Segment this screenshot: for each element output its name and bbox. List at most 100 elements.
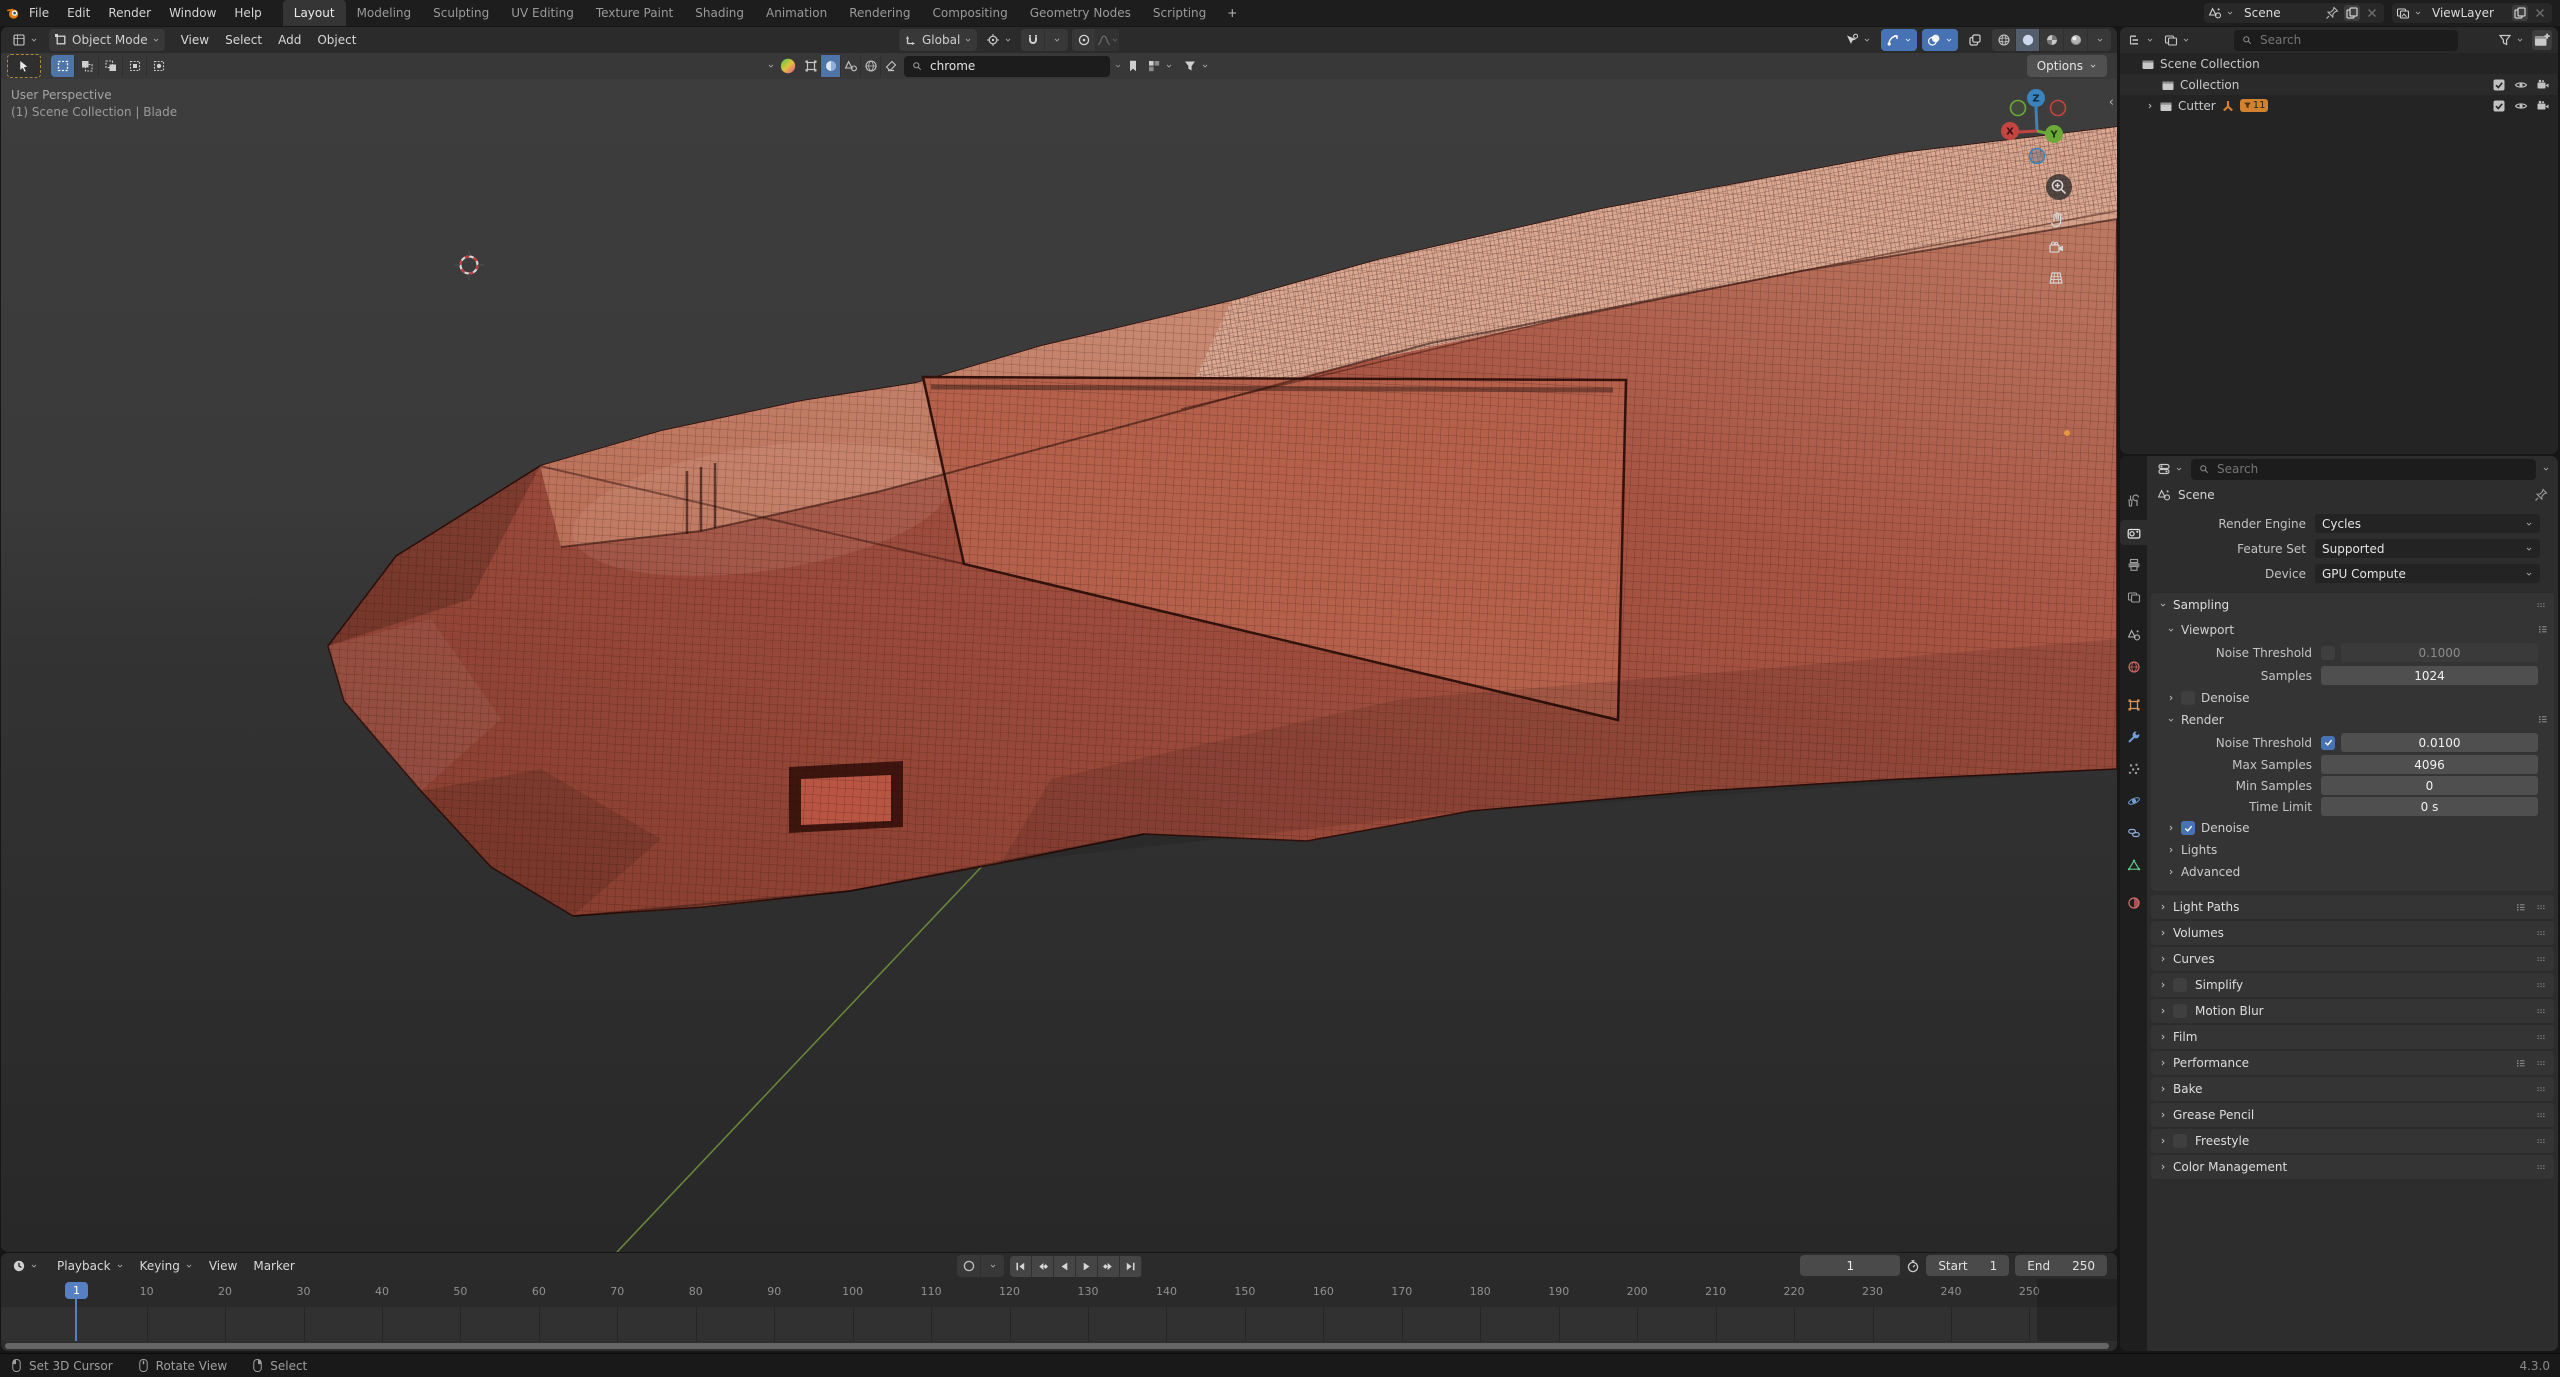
render-denoise-checkbox[interactable] <box>2181 821 2195 835</box>
viewport-noise-checkbox[interactable] <box>2321 645 2335 660</box>
properties-type-button[interactable] <box>2155 458 2185 480</box>
menu-edit[interactable]: Edit <box>58 4 99 22</box>
subpanel-advanced[interactable]: Advanced <box>2153 861 2548 883</box>
axis-neg-y-ball[interactable] <box>2009 99 2027 117</box>
jump-to-start-button[interactable] <box>1010 1255 1031 1277</box>
timeline-scrollbar[interactable] <box>5 1343 2109 1349</box>
filter-objects-button[interactable] <box>801 55 820 77</box>
visibility-dropdown[interactable] <box>1840 29 1876 51</box>
playhead[interactable]: 1 <box>65 1282 88 1299</box>
overlays-toggle[interactable] <box>1922 29 1958 51</box>
grip-icon[interactable] <box>2536 1110 2546 1120</box>
panel-volumes-header[interactable]: Volumes <box>2151 921 2554 945</box>
axis-neg-x-ball[interactable] <box>2049 99 2067 117</box>
outliner-row-collection[interactable]: Collection <box>2120 74 2558 95</box>
proportional-toggle[interactable] <box>1072 29 1096 51</box>
viewlayer-selector[interactable]: ViewLayer <box>2392 3 2552 23</box>
shading-material-button[interactable] <box>2040 29 2063 51</box>
asset-search-input[interactable] <box>928 58 1102 74</box>
outliner-filter-dropdown[interactable] <box>2496 29 2526 51</box>
object-origin-dot[interactable] <box>2064 430 2070 436</box>
timeline-menu-view[interactable]: View <box>201 1256 245 1276</box>
render-noise-value[interactable]: 0.0100 <box>2341 733 2538 752</box>
jump-to-end-button[interactable] <box>1120 1255 1141 1277</box>
panel-checkbox[interactable] <box>2173 978 2187 992</box>
new-collection-button[interactable] <box>2532 30 2552 50</box>
orientation-dropdown[interactable]: Global <box>899 29 978 51</box>
panel-checkbox[interactable] <box>2173 1134 2187 1148</box>
panel-menu-icon[interactable] <box>2516 1058 2526 1068</box>
timeline-menu-marker[interactable]: Marker <box>245 1256 302 1276</box>
viewport-menu-view[interactable]: View <box>173 30 217 50</box>
options-button[interactable]: Options <box>2026 55 2107 77</box>
remove-viewlayer-icon[interactable] <box>2532 5 2548 21</box>
properties-search-input[interactable] <box>2215 461 2528 477</box>
eye-icon[interactable] <box>2514 78 2528 92</box>
subpanel-render-header[interactable]: Render <box>2153 709 2548 731</box>
panel-checkbox[interactable] <box>2173 1004 2187 1018</box>
chevron-down-icon[interactable] <box>767 62 775 70</box>
properties-tab-constraints[interactable] <box>2120 820 2147 845</box>
pan-hand-button[interactable] <box>2050 212 2062 228</box>
grip-icon[interactable] <box>2536 1136 2546 1146</box>
shading-wireframe-button[interactable] <box>1992 29 2015 51</box>
select-mode-extend[interactable] <box>75 55 98 77</box>
subpanel-lights[interactable]: Lights <box>2153 839 2548 861</box>
tab-uv-editing[interactable]: UV Editing <box>500 0 585 26</box>
viewport-noise-value[interactable]: 0.1000 <box>2341 643 2538 662</box>
shading-solid-button[interactable] <box>2016 29 2039 51</box>
properties-tab-tool[interactable] <box>2120 488 2147 513</box>
end-frame-field[interactable]: End 250 <box>2015 1255 2107 1276</box>
viewport-denoise-checkbox[interactable] <box>2181 691 2195 705</box>
mode-dropdown[interactable]: Object Mode <box>49 29 165 51</box>
properties-tab-particles[interactable] <box>2120 756 2147 781</box>
blender-logo-icon[interactable] <box>6 6 20 20</box>
viewport-canvas[interactable]: User Perspective (1) Scene Collection | … <box>1 79 2117 1252</box>
outliner-row-cutter[interactable]: Cutter 11 <box>2120 95 2558 116</box>
timeline-menu-playback[interactable]: Playback <box>49 1256 132 1276</box>
grip-icon[interactable] <box>2536 1032 2546 1042</box>
selectable-checkbox[interactable] <box>2492 78 2506 92</box>
grip-icon[interactable] <box>2536 902 2546 912</box>
outliner-type-button[interactable] <box>2126 29 2156 51</box>
blade-object[interactable] <box>301 109 2117 939</box>
value-max-samples[interactable]: 4096 <box>2321 755 2538 774</box>
panel-light-paths-header[interactable]: Light Paths <box>2151 895 2554 919</box>
select-mode-subtract[interactable] <box>99 55 122 77</box>
panel-performance-header[interactable]: Performance <box>2151 1051 2554 1075</box>
scene-selector[interactable]: Scene <box>2204 3 2384 23</box>
panel-menu-icon[interactable] <box>2516 902 2526 912</box>
timeline-menu-keying[interactable]: Keying <box>132 1256 201 1276</box>
grip-icon[interactable] <box>2536 980 2546 990</box>
panel-film-header[interactable]: Film <box>2151 1025 2554 1049</box>
render-noise-checkbox[interactable] <box>2321 735 2335 750</box>
shading-rendered-button[interactable] <box>2064 29 2087 51</box>
panel-bake-header[interactable]: Bake <box>2151 1077 2554 1101</box>
active-tool-button[interactable] <box>7 54 41 78</box>
shading-dropdown[interactable] <box>2088 29 2111 51</box>
panel-menu-icon[interactable] <box>2538 624 2548 634</box>
dropdown-render-engine[interactable]: Cycles <box>2315 514 2540 533</box>
value-time-limit[interactable]: 0 s <box>2321 797 2538 816</box>
grip-icon[interactable] <box>2536 928 2546 938</box>
panel-menu-icon[interactable] <box>2538 714 2548 724</box>
bookmark-icon[interactable] <box>1126 59 1140 73</box>
grip-icon[interactable] <box>2536 600 2546 610</box>
selectable-checkbox[interactable] <box>2492 99 2506 113</box>
autokey-dropdown[interactable] <box>981 1255 1004 1277</box>
properties-tab-object[interactable] <box>2120 692 2147 717</box>
outliner-display-mode[interactable] <box>2162 29 2192 51</box>
timeline-ruler[interactable]: 10 20 30 40 50 60 70 80 90 100 110 120 130 140 150 160 1… <box>1 1279 2117 1307</box>
tab-geometry-nodes[interactable]: Geometry Nodes <box>1019 0 1142 26</box>
properties-tab-scene[interactable] <box>2120 622 2147 647</box>
grip-icon[interactable] <box>2536 1084 2546 1094</box>
menu-file[interactable]: File <box>20 4 58 22</box>
add-workspace-button[interactable]: + <box>1217 1 1247 25</box>
menu-render[interactable]: Render <box>99 4 160 22</box>
viewport-denoise-row[interactable]: Denoise <box>2153 687 2548 709</box>
filter-scenes-button[interactable] <box>841 55 860 77</box>
viewport-menu-select[interactable]: Select <box>217 30 270 50</box>
tab-animation[interactable]: Animation <box>755 0 838 26</box>
grip-icon[interactable] <box>2536 1058 2546 1068</box>
filter-dropdown[interactable] <box>1180 55 1212 77</box>
